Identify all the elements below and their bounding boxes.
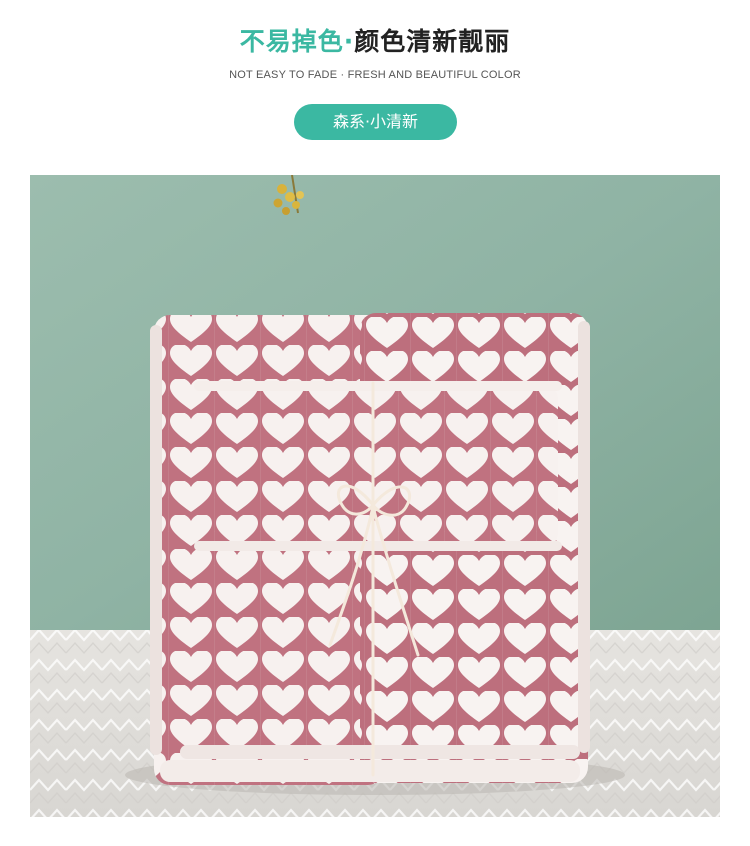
headline-main: 颜色清新靓丽 [354,27,511,56]
subtitle: NOT EASY TO FADE · FRESH AND BEAUTIFUL C… [229,69,521,81]
product-photo [30,175,720,817]
style-tag-pill: 森系·小清新 [294,104,457,140]
headline-accent: 不易掉色· [239,27,355,56]
headline: 不易掉色·颜色清新靓丽 [0,22,750,58]
